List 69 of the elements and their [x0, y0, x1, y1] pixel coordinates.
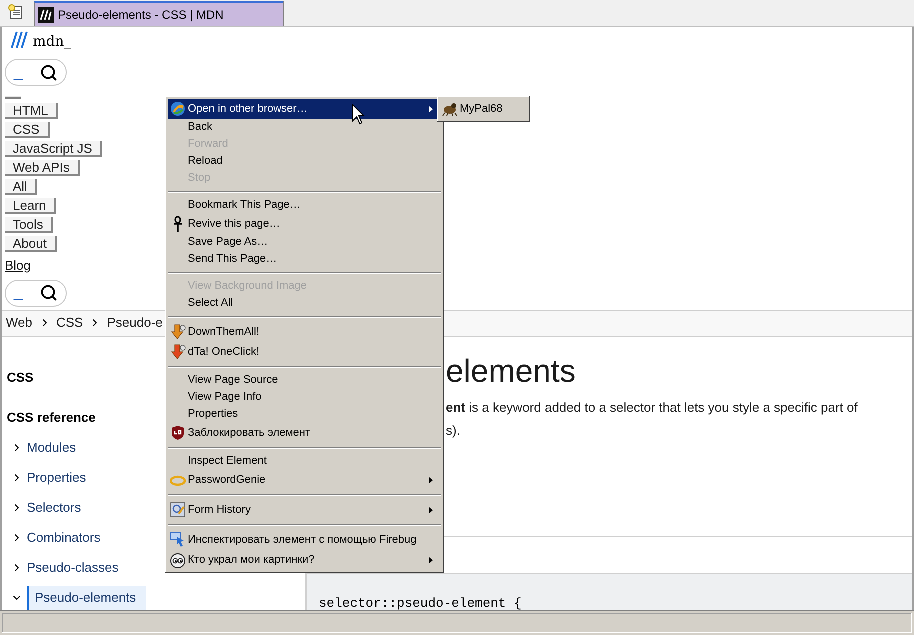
menu-item[interactable]: View Page Info — [168, 389, 441, 406]
sidebar-item[interactable]: Modules — [27, 438, 76, 458]
search-icon — [40, 284, 58, 302]
nav-button[interactable]: Tools — [5, 217, 54, 233]
intro-text: s). — [446, 422, 462, 438]
search-field[interactable]: _ — [5, 59, 67, 86]
breadcrumb-link[interactable]: Web — [6, 313, 32, 333]
breadcrumb-link[interactable]: CSS — [56, 313, 84, 333]
pointer-icon — [170, 532, 186, 548]
menu-item[interactable]: Кто украл мои картинки? — [168, 550, 441, 570]
nav-button[interactable]: JavaScript JS — [5, 141, 102, 157]
page-icon — [8, 4, 24, 20]
breadcrumb-link[interactable]: Pseudo-e — [107, 313, 163, 333]
nav-button[interactable]: Web APIs — [5, 160, 80, 176]
sidebar-item[interactable]: Selectors — [27, 498, 82, 518]
search-icon — [40, 64, 58, 82]
menu-item[interactable]: Properties — [168, 406, 441, 423]
menu-item[interactable]: MyPal68 — [440, 99, 527, 119]
submenu-arrow-icon — [429, 556, 433, 564]
page-heading: elements — [446, 352, 577, 390]
search-text: _ — [14, 64, 23, 80]
menu-item[interactable]: Save Page As… — [168, 234, 441, 251]
menu-item[interactable]: Revive this page… — [168, 214, 441, 234]
sidebar-item[interactable]: Properties — [27, 468, 86, 488]
logo-text: mdn_ — [33, 35, 72, 49]
browser-tab[interactable]: Pseudo-elements - CSS | MDN — [34, 1, 284, 26]
mdn-logo-icon — [11, 31, 29, 49]
submenu-arrow-icon — [429, 476, 433, 484]
sidebar-title: CSS — [7, 368, 34, 386]
shield-icon — [170, 425, 186, 441]
tab-title: Pseudo-elements - CSS | MDN — [58, 6, 224, 24]
logo-icon — [38, 6, 54, 22]
code-text: selector::pseudo-element { — [319, 596, 522, 611]
nav-button[interactable]: All — [5, 179, 38, 195]
nav-button[interactable]: HTML — [5, 103, 58, 119]
menu-item[interactable]: Bookmark This Page… — [168, 197, 441, 214]
form-edit-icon — [170, 502, 186, 518]
creature-icon — [442, 101, 458, 117]
cartoon-eyes-icon — [170, 552, 186, 568]
intro-text: ent is a keyword added to a selector that lets you style a specific part of — [446, 398, 859, 416]
menu-item[interactable]: Инспектировать элемент с помощью Firebug — [168, 530, 441, 550]
empty-button[interactable] — [5, 96, 21, 99]
search-text: _ — [14, 285, 23, 301]
search-field[interactable]: _ — [5, 280, 67, 306]
sidebar-item[interactable]: Pseudo-classes — [27, 558, 119, 578]
menu-item[interactable]: Inspect Element — [168, 453, 441, 470]
menu-item[interactable]: Send This Page… — [168, 251, 441, 268]
menu-item[interactable]: Back — [168, 119, 441, 136]
sidebar-section: CSS reference — [7, 408, 96, 428]
menu-item[interactable]: Form History — [168, 500, 441, 520]
download-arrow-icon — [170, 324, 186, 340]
menu-item[interactable]: DownThemAll! — [168, 322, 441, 342]
submenu-arrow-icon — [429, 506, 433, 514]
menu-item[interactable]: dTa! OneClick! — [168, 342, 441, 362]
sidebar-item[interactable]: Pseudo-elements — [27, 586, 146, 610]
menu-item[interactable]: Reload — [168, 153, 441, 170]
menu-item[interactable]: Select All — [168, 295, 441, 312]
blog-link[interactable]: Blog — [5, 256, 32, 276]
submenu-arrow-icon — [429, 106, 433, 112]
menu-item[interactable]: Заблокировать элемент — [168, 423, 441, 443]
download-arrow-icon — [170, 344, 186, 360]
nav-button[interactable]: About — [5, 236, 57, 252]
nav-button[interactable]: CSS — [5, 122, 50, 138]
nav-button[interactable]: Learn — [5, 198, 56, 214]
menu-item[interactable]: View Page Source — [168, 372, 441, 389]
mouse-cursor-icon — [352, 104, 365, 125]
globe-icon — [170, 101, 186, 117]
sidebar-item[interactable]: Combinators — [27, 528, 101, 548]
menu-item[interactable]: PasswordGenie — [168, 470, 441, 490]
